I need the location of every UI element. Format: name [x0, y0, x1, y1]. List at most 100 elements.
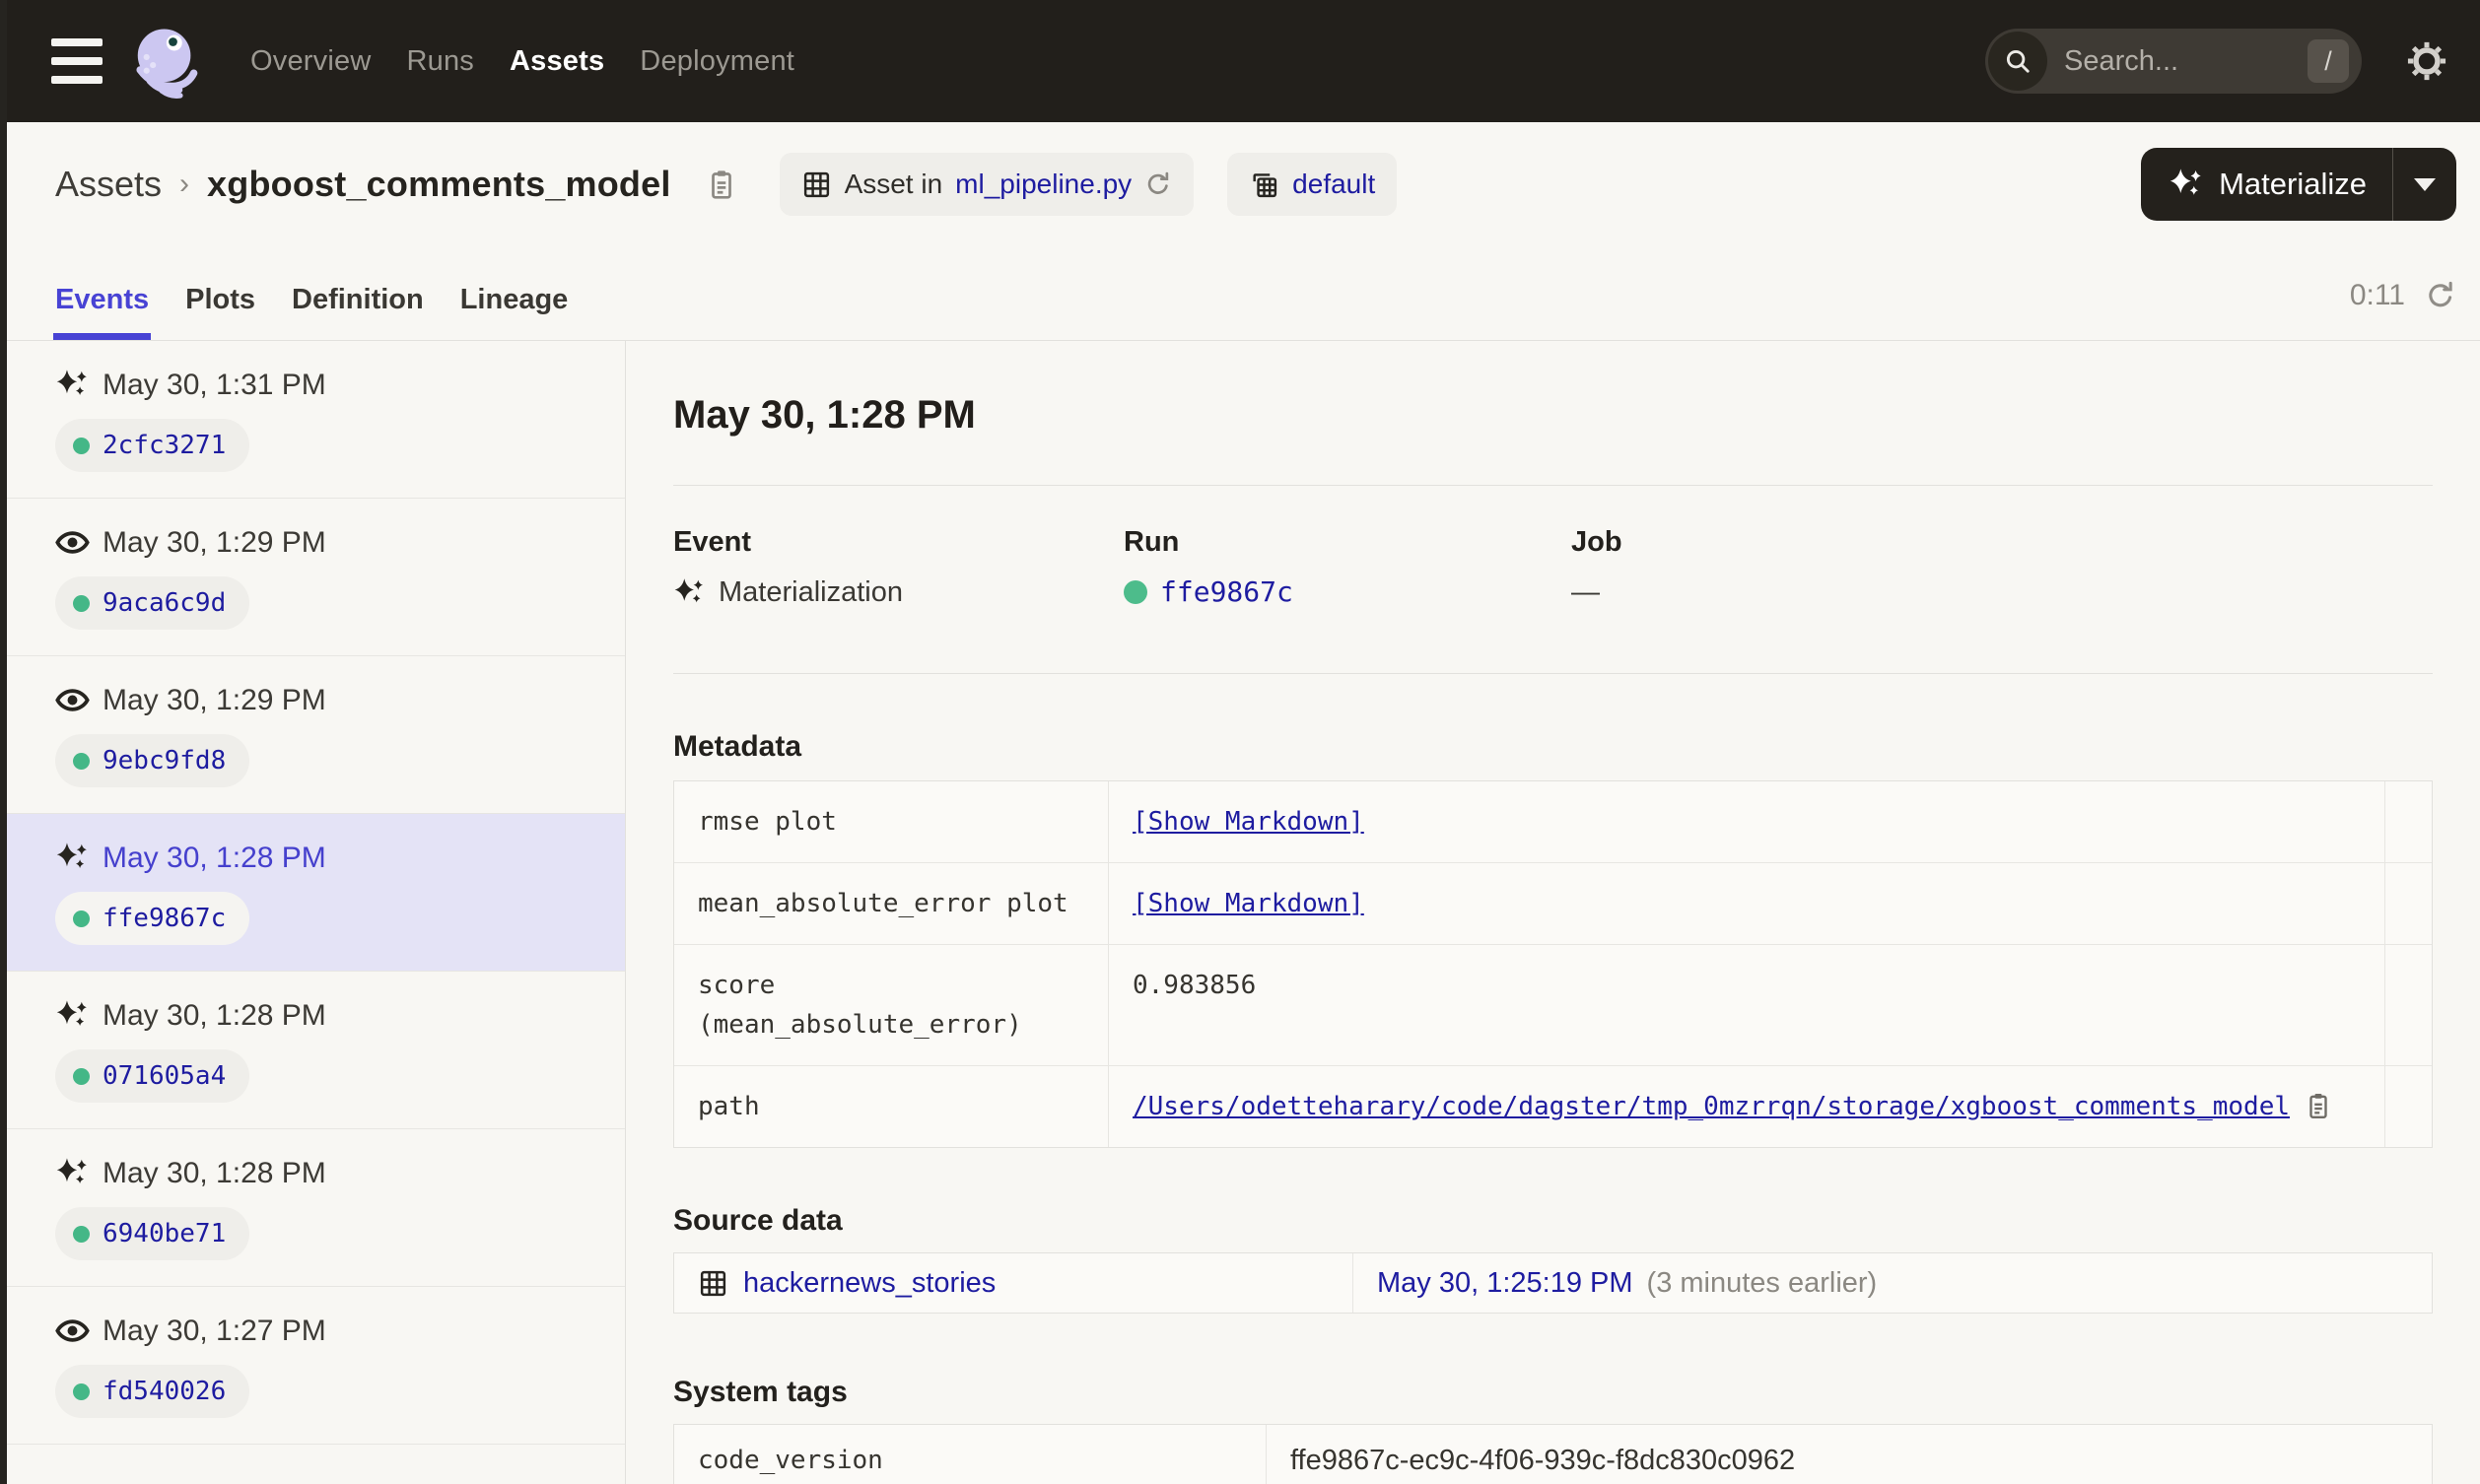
metadata-value: /Users/odetteharary/code/dagster/tmp_0mz… — [1109, 1066, 2385, 1147]
run-id-link[interactable]: 9ebc9fd8 — [103, 746, 226, 776]
run-id-link[interactable]: 2cfc3271 — [103, 431, 226, 460]
metadata-row: path /Users/odetteharary/code/dagster/tm… — [674, 1065, 2432, 1147]
chip-prefix: Asset in — [844, 169, 943, 199]
metadata-key: score (mean_absolute_error) — [674, 945, 1109, 1065]
asset-tabs-row: Events Plots Definition Lineage 0:11 — [0, 246, 2480, 341]
source-data-heading: Source data — [673, 1204, 843, 1237]
event-timestamp: May 30, 1:28 PM — [103, 998, 326, 1032]
event-list-item[interactable]: May 30, 1:28 PM ffe9867c — [7, 814, 625, 972]
run-id-pill[interactable]: 9aca6c9d — [55, 576, 250, 630]
breadcrumb: Assets › xgboost_comments_model — [55, 164, 738, 205]
run-id-pill[interactable]: fd540026 — [55, 1365, 250, 1418]
materialization-icon — [56, 1000, 87, 1026]
chevron-down-icon — [2414, 177, 2436, 191]
metadata-row: rmse plot [Show Markdown] — [674, 781, 2432, 862]
source-timestamp-link[interactable]: May 30, 1:25:19 PM — [1377, 1265, 1633, 1301]
system-tags-table: code_version ffe9867c-ec9c-4f06-939c-f8d… — [673, 1424, 2433, 1484]
run-status-dot — [73, 594, 90, 612]
dagster-app: Overview Runs Assets Deployment / Assets… — [0, 0, 2480, 1484]
run-id-link[interactable]: ffe9867c — [1160, 574, 1293, 610]
nav-runs[interactable]: Runs — [406, 45, 474, 78]
source-timestamp-note: (3 minutes earlier) — [1646, 1267, 1878, 1299]
asset-grid-icon — [700, 1270, 726, 1296]
copy-asset-name-icon[interactable] — [705, 168, 738, 201]
event-list-item[interactable]: May 30, 1:28 PM 6940be71 — [7, 1129, 625, 1287]
system-tag-value: ffe9867c-ec9c-4f06-939c-f8dc830c0962 — [1290, 1445, 1796, 1476]
metadata-row: score (mean_absolute_error) 0.983856 — [674, 944, 2432, 1065]
settings-gear-icon[interactable] — [2405, 39, 2448, 83]
refresh-timer: 0:11 — [2350, 279, 2456, 340]
event-list-item[interactable]: May 30, 1:28 PM 071605a4 — [7, 972, 625, 1129]
tab-events[interactable]: Events — [52, 284, 152, 340]
search-icon — [1988, 32, 2047, 91]
asset-group-link[interactable]: default — [1292, 169, 1375, 200]
code-location-chip[interactable]: Asset in ml_pipeline.py — [779, 153, 1195, 216]
eye-icon — [55, 1319, 90, 1342]
run-id-link[interactable]: fd540026 — [103, 1377, 226, 1406]
run-id-pill[interactable]: ffe9867c — [55, 892, 250, 945]
nav-overview[interactable]: Overview — [250, 45, 371, 78]
top-navbar: Overview Runs Assets Deployment / — [0, 0, 2480, 122]
job-empty-value: — — [1571, 576, 1600, 608]
run-id-pill[interactable]: 9ebc9fd8 — [55, 734, 250, 787]
tab-plots[interactable]: Plots — [185, 284, 255, 340]
run-id-link[interactable]: 9aca6c9d — [103, 588, 226, 618]
run-id-pill[interactable]: 071605a4 — [55, 1049, 250, 1103]
event-list-sidebar: May 30, 1:31 PM 2cfc3271 May 30, 1:29 PM… — [7, 341, 626, 1484]
run-id-link[interactable]: 071605a4 — [103, 1061, 226, 1091]
asset-group-icon — [1253, 172, 1277, 197]
event-timestamp: May 30, 1:28 PM — [103, 841, 326, 874]
asset-tags: Asset in ml_pipeline.py default — [779, 153, 1398, 216]
code-location-link[interactable]: ml_pipeline.py — [955, 169, 1132, 200]
run-id-pill[interactable]: 6940be71 — [55, 1207, 250, 1260]
nav-assets[interactable]: Assets — [510, 45, 604, 78]
metadata-extra-cell — [2385, 781, 2432, 862]
source-asset-link[interactable]: hackernews_stories — [743, 1265, 996, 1301]
materialize-sparkle-icon — [2170, 169, 2201, 195]
event-timestamp: May 30, 1:29 PM — [103, 525, 326, 559]
job-column-label: Job — [1571, 526, 1622, 558]
event-timestamp: May 30, 1:28 PM — [103, 1156, 326, 1189]
metadata-row: mean_absolute_error plot [Show Markdown] — [674, 862, 2432, 944]
search-input[interactable] — [2050, 44, 2308, 78]
source-timestamp-cell: May 30, 1:25:19 PM (3 minutes earlier) — [1353, 1253, 2432, 1313]
run-status-dot — [73, 1383, 90, 1400]
run-id-link[interactable]: ffe9867c — [103, 904, 226, 933]
show-markdown-link[interactable]: [Show Markdown] — [1133, 884, 1364, 923]
metadata-key: path — [674, 1066, 1109, 1147]
materialize-button[interactable]: Materialize — [2141, 148, 2392, 221]
copy-path-icon[interactable] — [2304, 1091, 2333, 1120]
event-list-item[interactable]: May 30, 1:31 PM 2cfc3271 — [7, 341, 625, 499]
run-id-pill[interactable]: 2cfc3271 — [55, 419, 250, 472]
event-run-job-row: Event Materialization Run ffe9867c Job — — [673, 525, 2433, 610]
path-link[interactable]: /Users/odetteharary/code/dagster/tmp_0mz… — [1133, 1087, 2290, 1126]
metadata-key: mean_absolute_error plot — [674, 863, 1109, 944]
run-status-dot — [73, 910, 90, 927]
event-list-item[interactable]: May 30, 1:29 PM 9ebc9fd8 — [7, 656, 625, 814]
event-list-item[interactable]: May 30, 1:29 PM 9aca6c9d — [7, 499, 625, 656]
system-tags-heading: System tags — [673, 1376, 848, 1408]
show-markdown-link[interactable]: [Show Markdown] — [1133, 802, 1364, 842]
search-box[interactable]: / — [1985, 29, 2362, 94]
hamburger-menu-icon[interactable] — [51, 38, 106, 84]
breadcrumb-assets-link[interactable]: Assets — [55, 164, 162, 205]
materialization-icon — [674, 577, 703, 602]
event-type-value: Materialization — [719, 576, 903, 608]
event-timestamp: May 30, 1:27 PM — [103, 1314, 326, 1347]
materialize-dropdown-button[interactable] — [2393, 148, 2456, 221]
run-id-link[interactable]: 6940be71 — [103, 1219, 226, 1248]
asset-group-chip[interactable]: default — [1227, 153, 1398, 216]
refresh-icon[interactable] — [2425, 280, 2456, 311]
metadata-extra-cell — [2385, 1066, 2432, 1147]
materialize-label: Materialize — [2219, 167, 2367, 201]
event-list: May 30, 1:31 PM 2cfc3271 May 30, 1:29 PM… — [7, 341, 625, 1445]
event-list-item[interactable]: May 30, 1:27 PM fd540026 — [7, 1287, 625, 1445]
tab-lineage[interactable]: Lineage — [460, 284, 569, 340]
run-status-dot — [73, 752, 90, 770]
reload-location-icon[interactable] — [1144, 170, 1172, 198]
materialize-button-group: Materialize — [2141, 148, 2456, 221]
tab-definition[interactable]: Definition — [292, 284, 424, 340]
nav-deployment[interactable]: Deployment — [640, 45, 794, 78]
materialization-icon — [56, 843, 87, 868]
asset-tabs: Events Plots Definition Lineage — [52, 284, 569, 340]
